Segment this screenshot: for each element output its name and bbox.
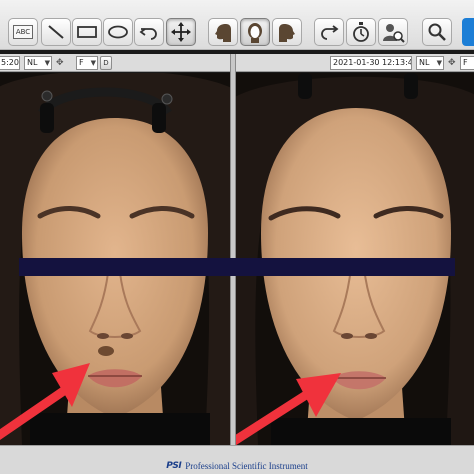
text-tool-button[interactable]: ABC [8, 18, 38, 46]
right-datetime-value: 2021-01-30 12:13:47 [333, 58, 412, 67]
zoom-button[interactable] [422, 18, 452, 46]
chevron-down-icon: ▼ [90, 59, 96, 67]
ellipse-icon [108, 25, 128, 39]
left-panel-controls: 5:20 NL ▼ ✥ F ▼ D [0, 54, 230, 72]
right-datetime-field[interactable]: 2021-01-30 12:13:47 [330, 56, 412, 70]
psi-logo: PSI [166, 461, 182, 471]
right-view-value: F [463, 58, 468, 67]
undo-arrow-icon [139, 28, 157, 40]
right-mode-value: NL [419, 58, 430, 67]
line-icon [48, 25, 64, 39]
left-view-value: F [79, 58, 84, 67]
right-panel-controls: 2021-01-30 12:13:47 NL ▼ ✥ F [236, 54, 474, 72]
right-mode-select[interactable]: NL ▼ [416, 56, 444, 70]
chevron-down-icon: ▼ [436, 59, 442, 67]
view-nav-icon[interactable]: ✥ [448, 57, 456, 69]
timer-button[interactable] [346, 18, 376, 46]
redo-arrow-icon [321, 25, 339, 40]
left-datetime-field[interactable]: 5:20 [0, 56, 20, 70]
chevron-down-icon: ▼ [44, 59, 50, 67]
face-left-profile-icon [215, 24, 231, 42]
left-d-button[interactable]: D [100, 56, 112, 70]
app-window: ABC 5:20 NL ▼ ✥ F ▼ D 2021-01-30 12:13:4… [0, 0, 474, 474]
timer-icon [353, 22, 369, 42]
user-search-button[interactable] [378, 18, 408, 46]
user-search-icon [383, 24, 405, 43]
left-datetime-value: 5:20 [1, 58, 19, 67]
view-nav-icon[interactable]: ✥ [56, 57, 64, 69]
company-branding: PSI Professional Scientific Instrument [166, 461, 307, 471]
line-tool-button[interactable] [41, 18, 71, 46]
face-front-icon [248, 23, 262, 43]
magnifier-icon [428, 23, 446, 41]
view-right-profile-button[interactable] [272, 18, 302, 46]
footer: PSI Professional Scientific Instrument [0, 445, 474, 474]
move-tool-button[interactable] [166, 18, 196, 46]
view-front-button[interactable] [240, 18, 270, 46]
company-name: Professional Scientific Instrument [185, 461, 308, 471]
rectangle-icon [77, 26, 97, 38]
left-d-label: D [103, 59, 109, 67]
rectangle-tool-button[interactable] [72, 18, 102, 46]
text-label-icon: ABC [13, 25, 33, 39]
ellipse-tool-button[interactable] [103, 18, 133, 46]
left-mode-select[interactable]: NL ▼ [24, 56, 52, 70]
left-view-select[interactable]: F ▼ [76, 56, 98, 70]
window-accent-edge [462, 18, 474, 46]
move-arrows-icon [171, 22, 191, 42]
redo-button[interactable] [314, 18, 344, 46]
view-left-profile-button[interactable] [208, 18, 238, 46]
left-mode-value: NL [27, 58, 38, 67]
redaction-bar [19, 258, 455, 276]
toolbar: ABC [0, 0, 474, 50]
face-right-profile-icon [279, 24, 295, 42]
undo-button[interactable] [134, 18, 164, 46]
right-view-select[interactable]: F [460, 56, 474, 70]
